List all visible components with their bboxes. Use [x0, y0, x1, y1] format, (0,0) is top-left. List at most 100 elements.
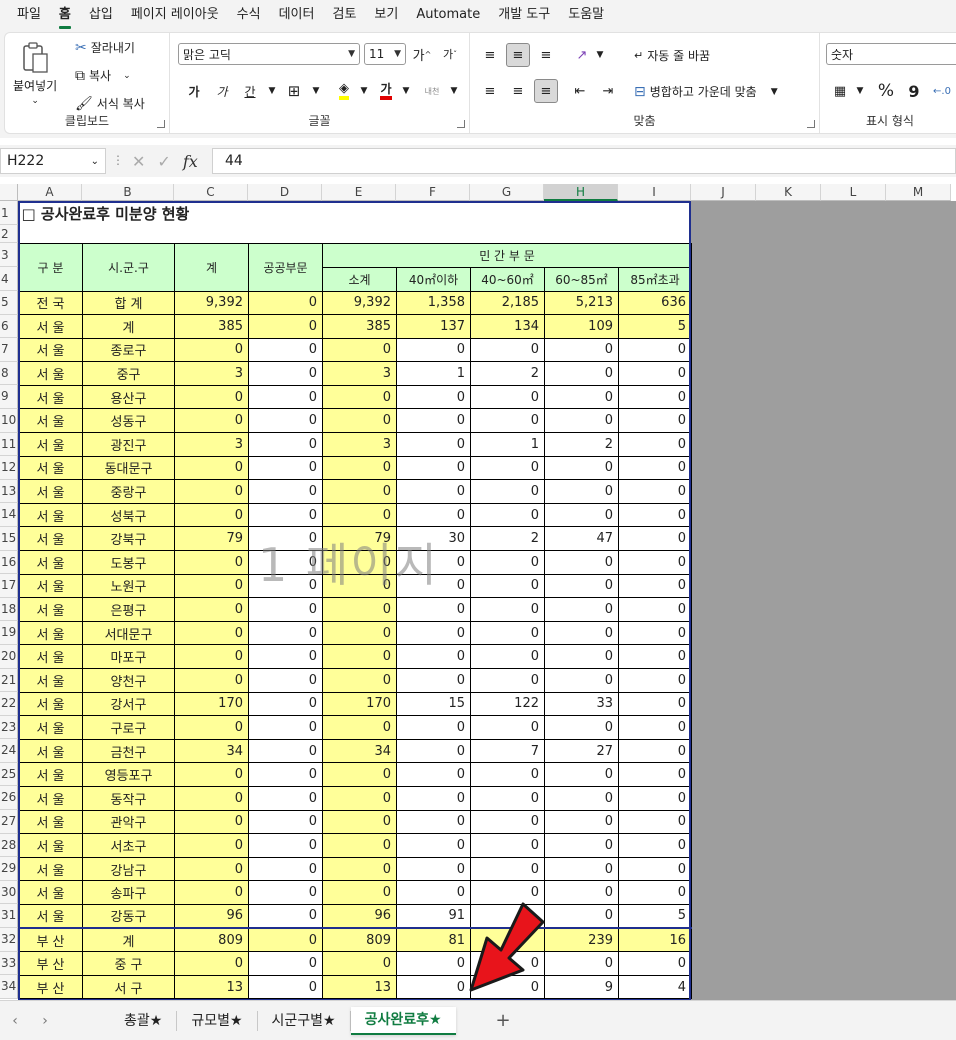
- row-header-11[interactable]: 11: [0, 432, 18, 457]
- table-cell[interactable]: 0: [470, 408, 545, 434]
- table-cell[interactable]: 강남구: [82, 856, 175, 882]
- confirm-icon[interactable]: ✓: [157, 152, 170, 171]
- table-cell[interactable]: 0: [470, 620, 545, 646]
- table-cell[interactable]: 계: [82, 927, 175, 953]
- blank-cell[interactable]: [19, 225, 692, 243]
- table-cell[interactable]: 239: [544, 927, 619, 953]
- table-cell[interactable]: 서 울: [18, 432, 83, 457]
- header-private-col[interactable]: 소계: [322, 266, 397, 292]
- table-cell[interactable]: 0: [470, 856, 545, 882]
- table-cell[interactable]: 9,392: [322, 290, 397, 316]
- table-cell[interactable]: 0: [470, 573, 545, 599]
- menu-tab-9[interactable]: 개발 도구: [489, 0, 559, 30]
- table-cell[interactable]: 서 울: [18, 785, 83, 811]
- table-cell[interactable]: 0: [248, 384, 323, 410]
- table-cell[interactable]: 0: [174, 668, 249, 693]
- table-cell[interactable]: 0: [248, 833, 323, 858]
- column-header-C[interactable]: C: [174, 184, 248, 201]
- table-cell[interactable]: 636: [618, 290, 692, 316]
- table-cell[interactable]: 0: [174, 337, 249, 363]
- table-cell[interactable]: 0: [248, 290, 323, 316]
- table-cell[interactable]: 0: [396, 620, 471, 646]
- table-cell[interactable]: 서 울: [18, 738, 83, 764]
- table-cell[interactable]: 0: [174, 880, 249, 905]
- table-cell[interactable]: 0: [544, 951, 619, 976]
- table-cell[interactable]: 서대문구: [82, 620, 175, 646]
- table-cell[interactable]: 9,392: [174, 290, 249, 316]
- table-cell[interactable]: 0: [470, 479, 545, 504]
- table-cell[interactable]: 0: [396, 408, 471, 434]
- row-header-1[interactable]: 1: [0, 201, 18, 225]
- comma-button[interactable]: 9: [902, 79, 926, 103]
- table-cell[interactable]: 1,358: [396, 290, 471, 316]
- table-cell[interactable]: 관악구: [82, 809, 175, 835]
- table-cell[interactable]: 서 울: [18, 384, 83, 410]
- table-cell[interactable]: 0: [248, 762, 323, 787]
- table-cell[interactable]: 0: [248, 620, 323, 646]
- row-header-28[interactable]: 28: [0, 833, 18, 858]
- table-cell[interactable]: 0: [322, 408, 397, 434]
- table-cell[interactable]: 3: [174, 432, 249, 457]
- table-cell[interactable]: 0: [544, 597, 619, 622]
- table-cell[interactable]: 동작구: [82, 785, 175, 811]
- fill-dropdown-icon[interactable]: ▼: [352, 79, 376, 103]
- header-public[interactable]: 공공부문: [248, 242, 323, 292]
- table-cell[interactable]: 0: [396, 785, 471, 811]
- row-header-7[interactable]: 7: [0, 338, 18, 362]
- table-cell[interactable]: 0: [322, 715, 397, 740]
- table-cell[interactable]: 0: [470, 597, 545, 622]
- table-cell[interactable]: 0: [322, 644, 397, 669]
- row-header-18[interactable]: 18: [0, 597, 18, 622]
- column-header-A[interactable]: A: [18, 184, 82, 201]
- sheet-tab-2[interactable]: 시군구별★: [258, 1010, 351, 1031]
- sheet-tab-0[interactable]: 총괄★: [110, 1010, 178, 1031]
- header-district[interactable]: 시.군.구: [82, 242, 175, 292]
- border-dropdown-icon[interactable]: ▼: [304, 79, 328, 103]
- column-header-K[interactable]: K: [756, 184, 821, 201]
- table-cell[interactable]: 금천구: [82, 738, 175, 764]
- sheet-title[interactable]: □ 공사완료후 미분양 현황: [19, 201, 692, 225]
- table-cell[interactable]: 0: [248, 455, 323, 481]
- table-cell[interactable]: 0: [618, 785, 692, 811]
- table-cell[interactable]: 0: [470, 384, 545, 410]
- table-cell[interactable]: 0: [322, 809, 397, 835]
- table-cell[interactable]: 0: [544, 361, 619, 386]
- table-cell[interactable]: 0: [322, 455, 397, 481]
- table-cell[interactable]: 0: [322, 337, 397, 363]
- grow-font-button[interactable]: 가 ^: [410, 42, 434, 66]
- table-cell[interactable]: 33: [544, 691, 619, 717]
- table-cell[interactable]: 서 울: [18, 314, 83, 339]
- table-cell[interactable]: 0: [470, 715, 545, 740]
- table-cell[interactable]: 0: [544, 573, 619, 599]
- table-cell[interactable]: 종로구: [82, 337, 175, 363]
- column-header-H[interactable]: H: [544, 184, 618, 201]
- table-cell[interactable]: 중 구: [82, 951, 175, 976]
- row-header-9[interactable]: 9: [0, 385, 18, 409]
- shrink-font-button[interactable]: 가ˇ: [438, 42, 462, 66]
- table-cell[interactable]: 15: [396, 691, 471, 717]
- table-cell[interactable]: 170: [174, 691, 249, 717]
- header-private-col[interactable]: 60~85㎡: [544, 266, 619, 292]
- table-cell[interactable]: 0: [248, 502, 323, 528]
- header-region[interactable]: 구 분: [18, 242, 83, 292]
- table-cell[interactable]: 0: [544, 550, 619, 575]
- font-launcher-icon[interactable]: [457, 120, 465, 128]
- table-cell[interactable]: 0: [544, 903, 619, 930]
- row-header-27[interactable]: 27: [0, 810, 18, 834]
- table-cell[interactable]: 0: [174, 785, 249, 811]
- table-cell[interactable]: 1: [470, 432, 545, 457]
- table-cell[interactable]: 마포구: [82, 644, 175, 669]
- table-cell[interactable]: 0: [618, 408, 692, 434]
- phonetic-button[interactable]: 내천: [420, 79, 444, 103]
- table-cell[interactable]: 3: [322, 432, 397, 457]
- table-cell[interactable]: 은평구: [82, 597, 175, 622]
- row-header-12[interactable]: 12: [0, 456, 18, 480]
- currency-dropdown-icon[interactable]: ▼: [848, 79, 872, 103]
- table-cell[interactable]: 0: [618, 833, 692, 858]
- column-header-M[interactable]: M: [886, 184, 951, 201]
- copy-dropdown-icon[interactable]: ⌄: [123, 71, 131, 81]
- row-header-5[interactable]: 5: [0, 291, 18, 315]
- table-cell[interactable]: 중구: [82, 361, 175, 386]
- table-cell[interactable]: 0: [248, 738, 323, 764]
- table-cell[interactable]: 0: [248, 479, 323, 504]
